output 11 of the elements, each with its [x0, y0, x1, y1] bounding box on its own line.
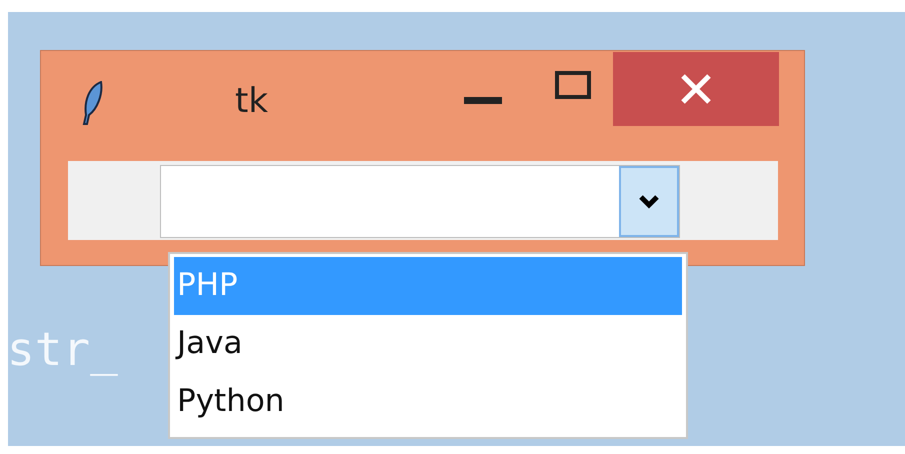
dropdown-button[interactable] [619, 166, 679, 237]
feather-icon [81, 81, 105, 125]
maximize-icon [555, 71, 591, 99]
close-button[interactable] [613, 52, 779, 126]
window-title: tk [235, 81, 268, 122]
dropdown-option[interactable]: Java [174, 315, 682, 373]
dropdown-option[interactable]: Python [174, 373, 682, 431]
minimize-icon [464, 97, 502, 105]
close-icon [680, 73, 712, 105]
combobox-field[interactable] [160, 165, 680, 238]
chevron-down-icon [639, 194, 659, 208]
